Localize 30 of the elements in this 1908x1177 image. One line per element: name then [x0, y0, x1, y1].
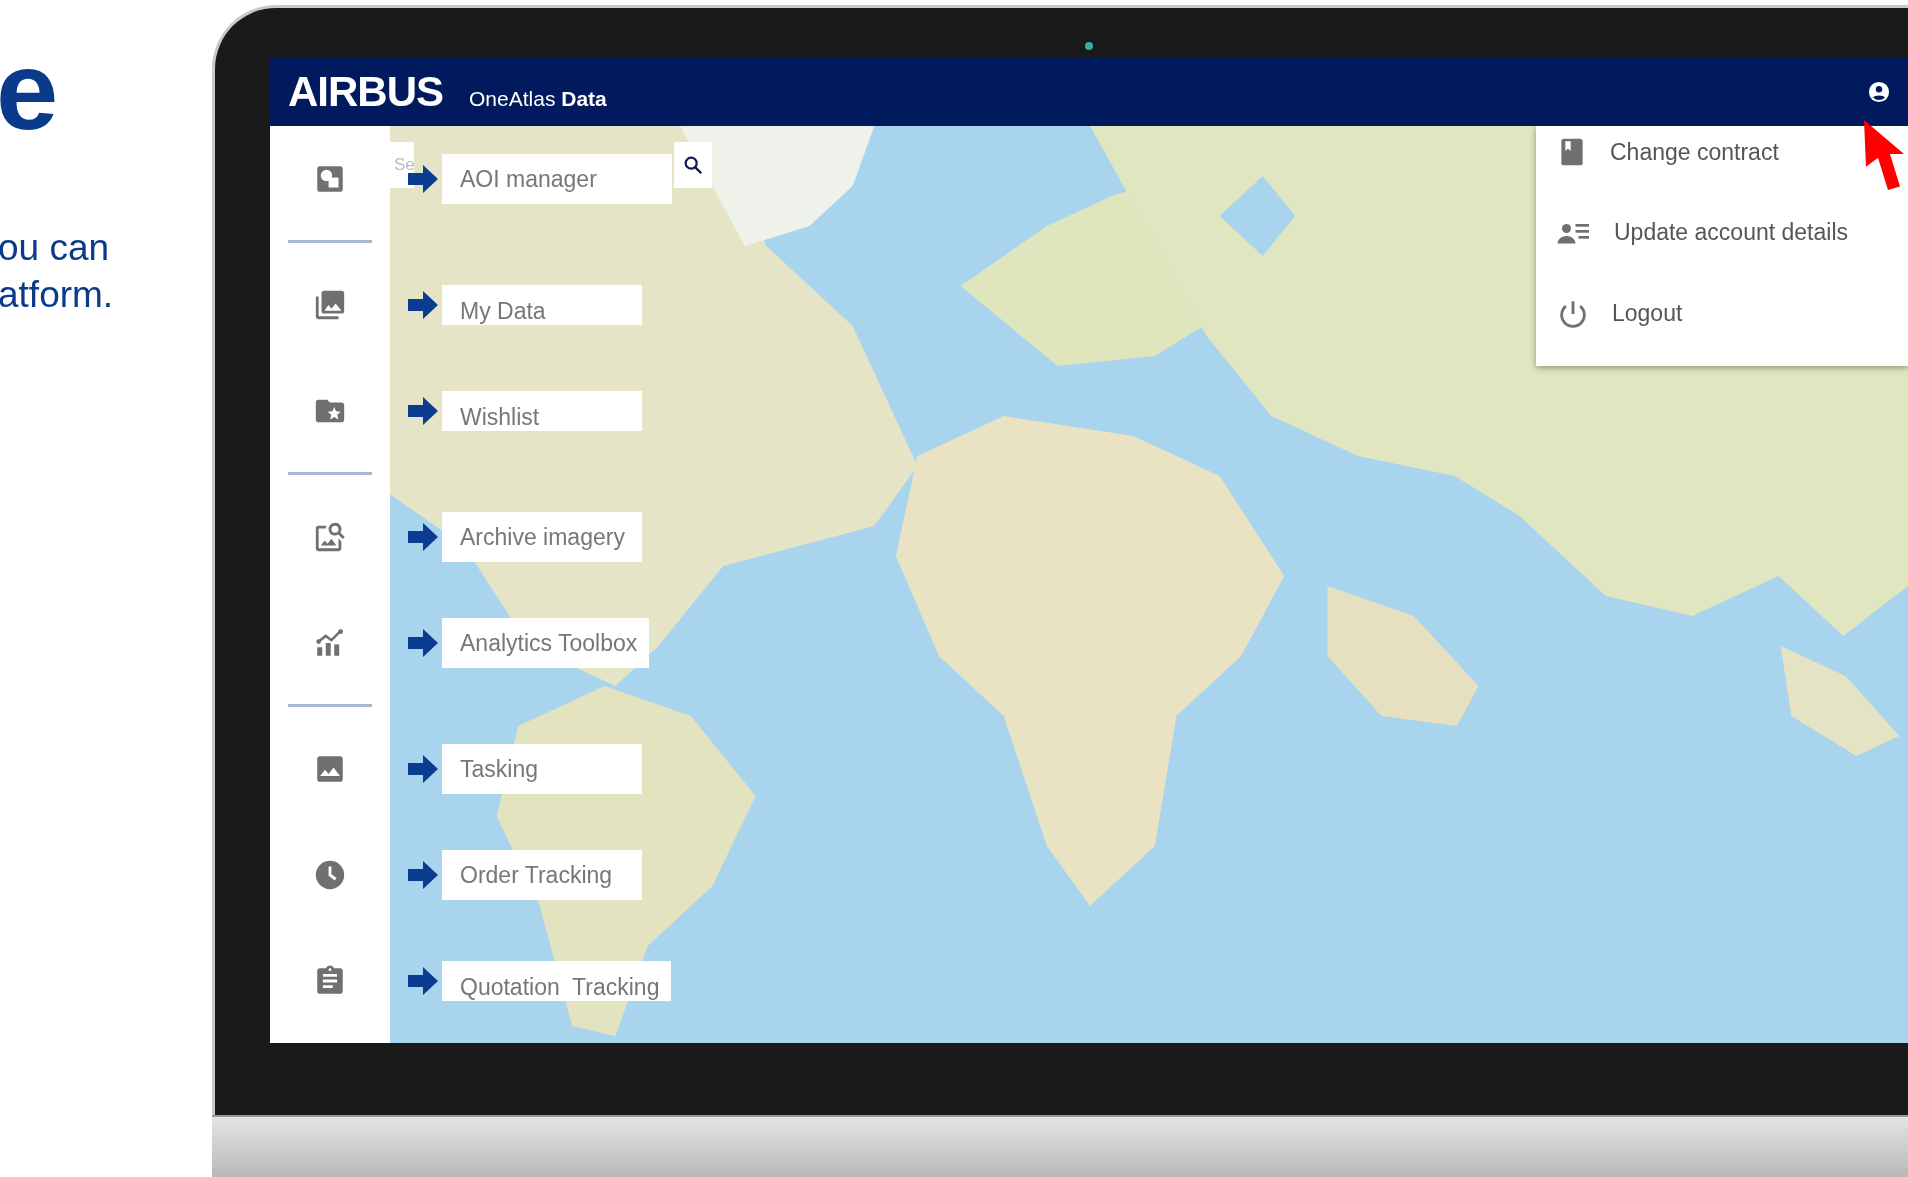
- image-search-icon[interactable]: [313, 520, 347, 554]
- callout-label: Wishlist: [442, 391, 642, 431]
- slide-text: ou can: [0, 229, 111, 266]
- search-button[interactable]: [674, 142, 712, 188]
- slide-text: atform.: [0, 276, 115, 313]
- callout-label: Quotation Tracking: [442, 961, 672, 1001]
- menu-item[interactable]: Update account details: [1536, 192, 1848, 273]
- search-icon: [682, 154, 704, 176]
- arrow-icon: [408, 629, 438, 657]
- arrow-icon: [408, 291, 438, 319]
- slide-heading: e: [0, 35, 60, 147]
- arrow-icon: [408, 523, 438, 551]
- image-stack-icon[interactable]: [313, 288, 347, 322]
- logo: AIRBUS: [288, 68, 443, 116]
- callout-label: Archive imagery: [442, 512, 642, 562]
- arrow-icon: [408, 397, 438, 425]
- arrow-icon: [408, 861, 438, 889]
- arrow-icon: [408, 967, 438, 995]
- clock-icon[interactable]: [313, 858, 347, 892]
- callout-label: Order Tracking: [442, 850, 642, 900]
- product-name: OneAtlas Data: [469, 87, 607, 111]
- camera-icon: [1085, 42, 1093, 50]
- arrow-icon: [408, 755, 438, 783]
- callout-label: My Data: [442, 285, 642, 325]
- callout-label: Analytics Toolbox: [442, 618, 650, 668]
- callout-label: AOI manager: [442, 154, 672, 204]
- menu-item[interactable]: Logout: [1536, 273, 1683, 354]
- menu-item[interactable]: Change contract: [1536, 126, 1779, 178]
- user-account-icon[interactable]: [1868, 81, 1890, 103]
- callout-label: Tasking: [442, 744, 642, 794]
